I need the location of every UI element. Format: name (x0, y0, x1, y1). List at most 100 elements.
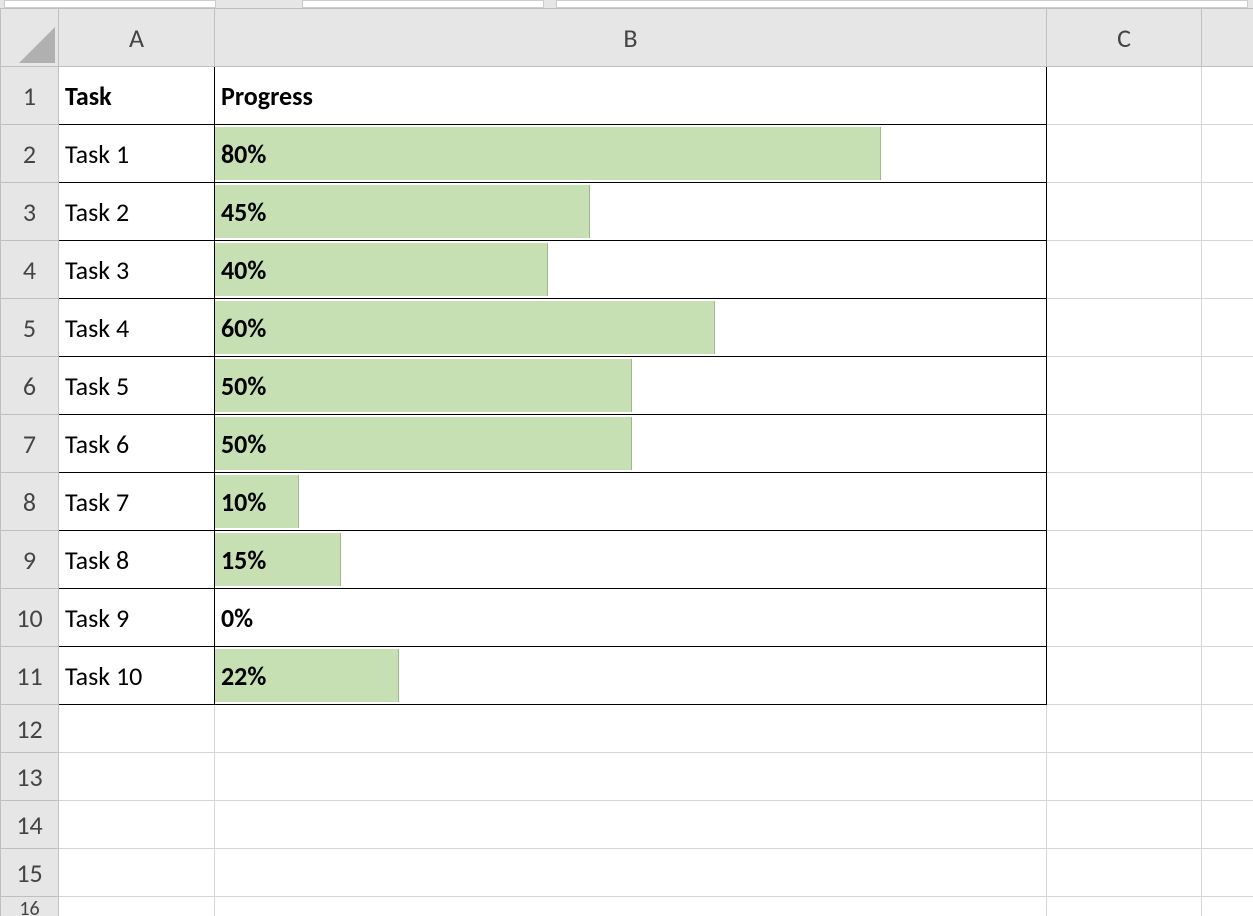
row-header-2[interactable]: 2 (1, 125, 59, 183)
databar-wrap: 50% (215, 415, 1046, 472)
select-all-corner[interactable] (1, 9, 59, 67)
cell-B12[interactable] (215, 705, 1047, 753)
row-header-6[interactable]: 6 (1, 357, 59, 415)
cell-C14[interactable] (1047, 801, 1202, 849)
cell-B5[interactable]: 60% (215, 299, 1047, 357)
cell-B3[interactable]: 45% (215, 183, 1047, 241)
cell-B14[interactable] (215, 801, 1047, 849)
column-header-D[interactable] (1202, 9, 1253, 67)
formula-bar[interactable] (556, 0, 1248, 8)
cell-D10[interactable] (1202, 589, 1253, 647)
row-6: 6 Task 5 50% (1, 357, 1253, 415)
databar-wrap: 15% (215, 531, 1046, 588)
row-header-10[interactable]: 10 (1, 589, 59, 647)
row-header-12[interactable]: 12 (1, 705, 59, 753)
cell-C5[interactable] (1047, 299, 1202, 357)
cell-B2[interactable]: 80% (215, 125, 1047, 183)
cell-A14[interactable] (59, 801, 215, 849)
cell-D12[interactable] (1202, 705, 1253, 753)
cell-A11[interactable]: Task 10 (59, 647, 215, 705)
cell-B16[interactable] (215, 897, 1047, 916)
databar-wrap: 45% (215, 183, 1046, 240)
row-header-16[interactable]: 16 (1, 897, 59, 916)
cell-B6[interactable]: 50% (215, 357, 1047, 415)
column-header-C[interactable]: C (1047, 9, 1202, 67)
row-header-1[interactable]: 1 (1, 67, 59, 125)
cell-D9[interactable] (1202, 531, 1253, 589)
row-3: 3 Task 2 45% (1, 183, 1253, 241)
row-header-13[interactable]: 13 (1, 753, 59, 801)
cell-D15[interactable] (1202, 849, 1253, 897)
row-header-8[interactable]: 8 (1, 473, 59, 531)
cell-D1[interactable] (1202, 67, 1253, 125)
cell-C7[interactable] (1047, 415, 1202, 473)
cell-D6[interactable] (1202, 357, 1253, 415)
cell-C8[interactable] (1047, 473, 1202, 531)
cell-A2[interactable]: Task 1 (59, 125, 215, 183)
cell-C10[interactable] (1047, 589, 1202, 647)
cell-B10[interactable]: 0% (215, 589, 1047, 647)
cell-A6[interactable]: Task 5 (59, 357, 215, 415)
column-header-A[interactable]: A (59, 9, 215, 67)
cell-A8[interactable]: Task 7 (59, 473, 215, 531)
databar-wrap: 80% (215, 125, 1046, 182)
cell-A5[interactable]: Task 4 (59, 299, 215, 357)
cell-A1[interactable]: Task (59, 67, 215, 125)
name-box[interactable] (4, 0, 216, 8)
row-header-5[interactable]: 5 (1, 299, 59, 357)
cell-C13[interactable] (1047, 753, 1202, 801)
cell-C4[interactable] (1047, 241, 1202, 299)
row-11: 11 Task 10 22% (1, 647, 1253, 705)
cell-D4[interactable] (1202, 241, 1253, 299)
cell-A13[interactable] (59, 753, 215, 801)
cell-C3[interactable] (1047, 183, 1202, 241)
cell-D13[interactable] (1202, 753, 1253, 801)
cell-D11[interactable] (1202, 647, 1253, 705)
cell-D14[interactable] (1202, 801, 1253, 849)
cell-B4[interactable]: 40% (215, 241, 1047, 299)
cell-C11[interactable] (1047, 647, 1202, 705)
progress-label: 60% (221, 299, 1040, 356)
row-header-7[interactable]: 7 (1, 415, 59, 473)
cell-C6[interactable] (1047, 357, 1202, 415)
cell-B7[interactable]: 50% (215, 415, 1047, 473)
cell-C2[interactable] (1047, 125, 1202, 183)
progress-label: 45% (221, 183, 1040, 240)
cell-C15[interactable] (1047, 849, 1202, 897)
select-all-triangle-icon (19, 27, 55, 63)
cell-A4[interactable]: Task 3 (59, 241, 215, 299)
cell-A7[interactable]: Task 6 (59, 415, 215, 473)
cell-A15[interactable] (59, 849, 215, 897)
cell-D16[interactable] (1202, 897, 1253, 916)
row-header-15[interactable]: 15 (1, 849, 59, 897)
cell-A9[interactable]: Task 8 (59, 531, 215, 589)
cell-B15[interactable] (215, 849, 1047, 897)
cell-D2[interactable] (1202, 125, 1253, 183)
cell-B11[interactable]: 22% (215, 647, 1047, 705)
cell-D7[interactable] (1202, 415, 1253, 473)
cell-C16[interactable] (1047, 897, 1202, 916)
cell-D5[interactable] (1202, 299, 1253, 357)
cell-A3[interactable]: Task 2 (59, 183, 215, 241)
cell-A10[interactable]: Task 9 (59, 589, 215, 647)
cell-D3[interactable] (1202, 183, 1253, 241)
cell-B13[interactable] (215, 753, 1047, 801)
row-header-3[interactable]: 3 (1, 183, 59, 241)
cell-A16[interactable] (59, 897, 215, 916)
cell-C9[interactable] (1047, 531, 1202, 589)
row-header-9[interactable]: 9 (1, 531, 59, 589)
cell-B9[interactable]: 15% (215, 531, 1047, 589)
cell-C12[interactable] (1047, 705, 1202, 753)
databar-wrap: 60% (215, 299, 1046, 356)
cell-B8[interactable]: 10% (215, 473, 1047, 531)
fx-box[interactable] (302, 0, 544, 8)
row-header-11[interactable]: 11 (1, 647, 59, 705)
row-header-14[interactable]: 14 (1, 801, 59, 849)
row-header-4[interactable]: 4 (1, 241, 59, 299)
column-header-B[interactable]: B (215, 9, 1047, 67)
cell-C1[interactable] (1047, 67, 1202, 125)
cell-A12[interactable] (59, 705, 215, 753)
row-9: 9 Task 8 15% (1, 531, 1253, 589)
cell-D8[interactable] (1202, 473, 1253, 531)
cell-B1[interactable]: Progress (215, 67, 1047, 125)
